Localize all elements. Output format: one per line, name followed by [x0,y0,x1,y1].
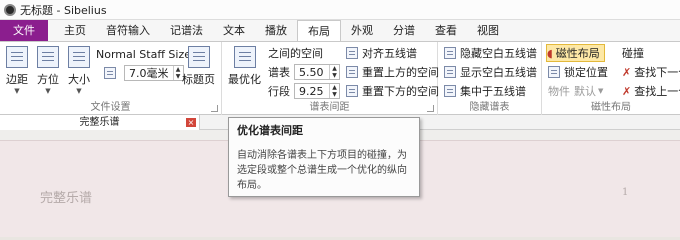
dialog-launcher-icon[interactable] [427,105,434,112]
group-staff-spacing: 最优化 之间的空间 谱表 5.50 ▲ ▼ 行段 9.25 ▲ ▼ 对齐五线谱 重置… [222,42,439,115]
orientation-button[interactable]: 方位 ▼ [37,46,59,95]
dialog-launcher-icon[interactable] [211,105,218,112]
magnetic-layout-button[interactable]: ◖ 磁性布局 [546,44,605,62]
staff-size-icon [104,67,116,79]
ribbon-tab-bar: 文件 主页 音符输入 记谱法 文本 播放 布局 外观 分谱 查看 视图 [0,20,680,42]
staves-spacing-field[interactable]: 谱表 5.50 ▲ ▼ [268,63,340,81]
tooltip-title: 优化谱表间距 [237,124,303,137]
tab-view[interactable]: 视图 [467,20,509,41]
group-label-hide-staves: 隐藏谱表 [469,102,510,113]
between-spaces-label: 之间的空间 [268,47,323,60]
spinner-arrows-icon[interactable]: ▲ ▼ [329,65,339,79]
staff-size-spinner[interactable]: 7.0毫米 ▲ ▼ [124,65,184,81]
chevron-down-icon: ▼ [598,87,604,95]
tab-appearance[interactable]: 外观 [341,20,383,41]
score-title: 完整乐谱 [40,191,93,206]
optimize-button[interactable]: 最优化 [228,46,261,87]
group-label-document-setup: 文件设置 [90,102,131,113]
tab-review[interactable]: 查看 [425,20,467,41]
hide-empty-staves-button[interactable]: 隐藏空白五线谱 [444,44,537,62]
margins-icon [6,46,28,68]
align-staves-button[interactable]: 对齐五线谱 [346,44,417,62]
spinner-arrows-icon[interactable]: ▲ ▼ [172,66,183,80]
systems-value: 9.25 [299,84,324,98]
find-next-button[interactable]: ✗ 查找下一个 [622,63,680,81]
chevron-down-icon: ▼ [76,87,82,95]
focus-staves-icon [444,85,456,97]
systems-spinner[interactable]: 9.25 ▲ ▼ [294,83,340,99]
ribbon-panel: 边距 ▼ 方位 ▼ 大小 ▼ Normal Staff Size 7.0毫米 ▲… [0,41,680,115]
staff-size-value: 7.0毫米 [129,67,169,80]
tab-parts[interactable]: 分谱 [383,20,425,41]
document-tab-full-score[interactable]: 完整乐谱 [0,115,200,130]
magnet-icon: ◖ [547,46,553,60]
chevron-down-icon: ▼ [14,87,20,95]
group-magnetic-layout: ◖ 磁性布局 锁定位置 物件 默认 ▼ 碰撞 ✗ 查找下一个 ✗ 查找上一个 磁… [542,42,680,115]
title-bar: 无标题 - Sibelius [0,0,680,20]
object-value: 默认 [574,85,596,98]
staff-size-field[interactable]: 7.0毫米 ▲ ▼ [104,64,184,82]
chevron-down-icon: ▼ [45,87,51,95]
optimize-tooltip: 优化谱表间距 自动消除各谱表上下方项目的碰撞，为选定段或整个总谱生成一个优化的纵… [228,117,420,197]
show-empty-staves-button[interactable]: 显示空白五线谱 [444,63,537,81]
align-staves-icon [346,47,358,59]
object-label: 物件 [548,85,570,98]
collisions-label: 碰撞 [622,47,644,60]
group-label-staff-spacing: 谱表间距 [309,102,350,113]
reset-above-icon [346,66,358,78]
margins-button[interactable]: 边距 ▼ [6,46,28,95]
tab-home[interactable]: 主页 [54,20,96,41]
find-next-icon: ✗ [622,65,632,79]
group-document-setup: 边距 ▼ 方位 ▼ 大小 ▼ Normal Staff Size 7.0毫米 ▲… [0,42,222,115]
title-page-icon [187,46,210,68]
group-hide-staves: 隐藏空白五线谱 显示空白五线谱 集中于五线谱 隐藏谱表 [438,42,542,115]
find-previous-icon: ✗ [622,84,632,98]
close-icon[interactable]: × [186,118,196,127]
tab-file[interactable]: 文件 [0,20,48,41]
staves-label: 谱表 [268,66,290,79]
title-page-button[interactable]: 标题页 [182,46,215,87]
sibelius-app-icon [4,3,16,16]
group-label-magnetic-layout: 磁性布局 [591,102,631,113]
tab-play[interactable]: 播放 [255,20,297,41]
tab-layout[interactable]: 布局 [297,20,341,42]
orientation-icon [37,46,59,68]
systems-label: 行段 [268,85,290,98]
show-staves-icon [444,66,456,78]
tab-note-input[interactable]: 音符输入 [96,20,160,41]
staves-value: 5.50 [299,65,324,79]
staff-size-label: Normal Staff Size [96,47,191,61]
spinner-arrows-icon[interactable]: ▲ ▼ [329,84,339,98]
hide-staves-icon [444,47,456,59]
tab-notations[interactable]: 记谱法 [160,20,213,41]
page-number: 1 [622,187,629,198]
lock-icon [548,66,560,78]
optimize-icon [233,46,256,68]
reset-space-above-button[interactable]: 重置上方的空间 [346,63,439,81]
size-icon [68,46,90,68]
tooltip-body: 自动消除各谱表上下方项目的碰撞，为选定段或整个总谱生成一个优化的纵向布局。 [237,150,407,191]
tab-text[interactable]: 文本 [213,20,255,41]
staves-spinner[interactable]: 5.50 ▲ ▼ [294,64,340,80]
size-button[interactable]: 大小 ▼ [68,46,90,95]
lock-position-button[interactable]: 锁定位置 [548,63,608,81]
window-title: 无标题 - Sibelius [20,3,107,17]
reset-below-icon [346,85,358,97]
